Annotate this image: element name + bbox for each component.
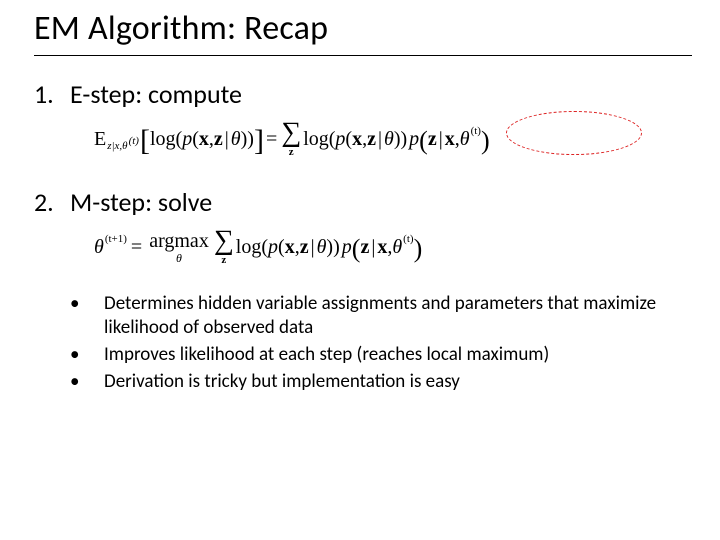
sym-bar-1: | bbox=[225, 129, 229, 149]
sym-lp-5: ( bbox=[352, 236, 361, 262]
sigma-icon: ∑ bbox=[281, 120, 301, 145]
sum-1: ∑ z bbox=[281, 120, 301, 158]
sym-rp-3: ) bbox=[481, 128, 490, 154]
sym-p-5: p bbox=[342, 237, 352, 257]
sym-p-3: p bbox=[409, 129, 419, 149]
sym-rp-2b: ) bbox=[401, 129, 408, 149]
sym-z-2: z bbox=[367, 129, 376, 149]
sym-lp-1b: ( bbox=[192, 129, 199, 149]
step-1-label: E-step: compute bbox=[70, 78, 242, 110]
sym-argmax: argmax bbox=[149, 231, 209, 251]
bullet-3: • Derivation is tricky but implementatio… bbox=[70, 370, 692, 393]
step-2-label: M-step: solve bbox=[70, 186, 212, 218]
sym-lp-2b: ( bbox=[345, 129, 352, 149]
step-1: 1. E-step: compute bbox=[34, 78, 692, 110]
sym-E-sub: z|x,θ bbox=[107, 140, 127, 152]
sym-bar-4: | bbox=[311, 237, 315, 257]
sym-z-3: z bbox=[428, 129, 437, 149]
sym-x-4: x bbox=[285, 237, 295, 257]
sym-bar-2: | bbox=[378, 129, 382, 149]
sym-theta-5: θ bbox=[392, 237, 402, 257]
bullet-3-text: Derivation is tricky but implementation … bbox=[104, 370, 460, 393]
sym-x-3: x bbox=[445, 129, 455, 149]
sym-theta-1: θ bbox=[231, 129, 241, 149]
sym-log-3: log bbox=[236, 237, 262, 257]
sym-x-1: x bbox=[199, 129, 209, 149]
sym-p-1: p bbox=[182, 129, 192, 149]
sym-x-5: x bbox=[377, 237, 387, 257]
sym-z-4: z bbox=[300, 237, 309, 257]
sym-p-4: p bbox=[268, 237, 278, 257]
argmax: argmax θ bbox=[149, 231, 209, 264]
step-2-number: 2. bbox=[34, 186, 70, 218]
sym-rp-4a: ) bbox=[326, 237, 333, 257]
formula-m-step: θ (t+1) = argmax θ ∑ z log ( p ( x , z |… bbox=[94, 228, 692, 266]
sym-theta-2: θ bbox=[384, 129, 394, 149]
sum-2: ∑ z bbox=[214, 228, 234, 266]
bullet-2: • Improves likelihood at each step (reac… bbox=[70, 343, 692, 366]
sym-theta-3: θ bbox=[460, 129, 470, 149]
sigma-icon-2: ∑ bbox=[214, 228, 234, 253]
sym-eq-1: = bbox=[266, 129, 277, 149]
sym-t-sup: (t) bbox=[471, 126, 481, 137]
sym-rp-4b: ) bbox=[333, 237, 340, 257]
sym-argmax-below: θ bbox=[176, 252, 182, 264]
sym-t1-sup: (t+1) bbox=[105, 234, 127, 245]
sym-rp-1b: ) bbox=[247, 129, 254, 149]
sym-bar-5: | bbox=[371, 237, 375, 257]
sym-rbrack: ] bbox=[254, 126, 264, 156]
formula-e-step: E z|x,θ(t) [ log ( p ( x , z | θ ) ) ] =… bbox=[94, 120, 692, 158]
bullet-list: • Determines hidden variable assignments… bbox=[70, 292, 692, 393]
sym-lp-4b: ( bbox=[278, 237, 285, 257]
bullet-1-text: Determines hidden variable assignments a… bbox=[104, 292, 692, 338]
sym-bar-3: | bbox=[439, 129, 443, 149]
bullet-1: • Determines hidden variable assignments… bbox=[70, 292, 692, 338]
sym-z-5: z bbox=[360, 237, 369, 257]
bullet-dot-icon: • bbox=[70, 370, 104, 393]
sym-rp-1a: ) bbox=[241, 129, 248, 149]
sym-x-2: x bbox=[352, 129, 362, 149]
title-rule bbox=[34, 55, 692, 56]
step-1-number: 1. bbox=[34, 78, 70, 110]
sym-p-2: p bbox=[335, 129, 345, 149]
bullet-dot-icon: • bbox=[70, 292, 104, 338]
sym-E-sub-sup: (t) bbox=[129, 135, 139, 147]
sym-log-2: log bbox=[303, 129, 329, 149]
sym-z-1: z bbox=[214, 129, 223, 149]
sym-rp-2a: ) bbox=[394, 129, 401, 149]
slide: EM Algorithm: Recap 1. E-step: compute E… bbox=[0, 0, 720, 540]
sym-rp-5: ) bbox=[414, 236, 423, 262]
bullet-dot-icon: • bbox=[70, 343, 104, 366]
bullet-2-text: Improves likelihood at each step (reache… bbox=[104, 343, 549, 366]
sum-2-below: z bbox=[221, 255, 226, 266]
sym-log-1: log bbox=[150, 129, 176, 149]
sym-lp-3: ( bbox=[419, 128, 428, 154]
sym-eq-2: = bbox=[131, 237, 142, 257]
sym-t-sup-2: (t) bbox=[403, 234, 413, 245]
step-2: 2. M-step: solve bbox=[34, 186, 692, 218]
slide-title: EM Algorithm: Recap bbox=[34, 8, 692, 49]
sym-E: E bbox=[94, 129, 106, 149]
sym-theta-out: θ bbox=[94, 237, 104, 257]
sym-lbrack: [ bbox=[140, 126, 150, 156]
sym-theta-4: θ bbox=[317, 237, 327, 257]
sum-1-below: z bbox=[289, 147, 294, 158]
sym-lp-4a: ( bbox=[261, 237, 268, 257]
